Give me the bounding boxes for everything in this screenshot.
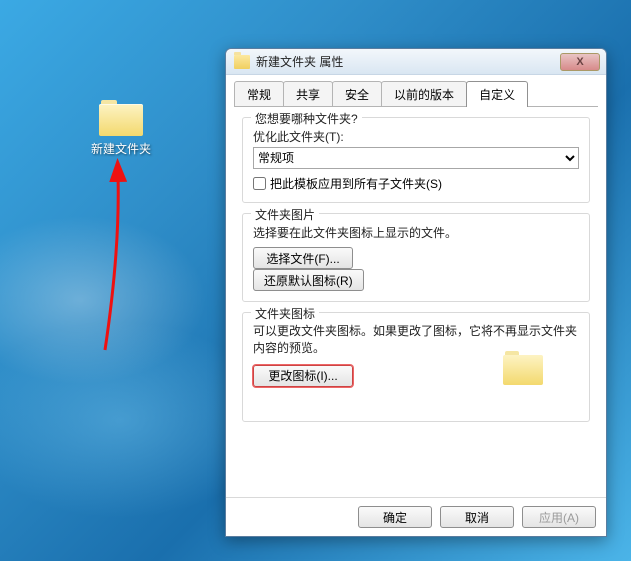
group-folder-type: 您想要哪种文件夹? 优化此文件夹(T): 常规项 把此模板应用到所有子文件夹(S… (242, 117, 590, 203)
close-icon: X (576, 56, 583, 68)
choose-file-button[interactable]: 选择文件(F)... (253, 247, 353, 269)
group-folder-icon: 文件夹图标 可以更改文件夹图标。如果更改了图标，它将不再显示文件夹内容的预览。 … (242, 312, 590, 422)
folder-picture-desc: 选择要在此文件夹图标上显示的文件。 (253, 224, 579, 241)
tab-previous-versions[interactable]: 以前的版本 (381, 81, 467, 106)
desktop-folder-label: 新建文件夹 (86, 140, 156, 157)
group-legend: 文件夹图标 (251, 305, 319, 322)
folder-icon (99, 100, 143, 136)
folder-icon-preview (503, 351, 543, 385)
dialog-footer: 确定 取消 应用(A) (226, 497, 606, 536)
titlebar[interactable]: 新建文件夹 属性 X (226, 49, 606, 75)
close-button[interactable]: X (560, 53, 600, 71)
apply-button[interactable]: 应用(A) (522, 506, 596, 528)
tab-sharing[interactable]: 共享 (283, 81, 333, 106)
restore-default-icon-button[interactable]: 还原默认图标(R) (253, 269, 364, 291)
tab-general[interactable]: 常规 (234, 81, 284, 106)
properties-dialog: 新建文件夹 属性 X 常规 共享 安全 以前的版本 自定义 您想要哪种文件夹? … (225, 48, 607, 537)
change-icon-button[interactable]: 更改图标(I)... (253, 365, 353, 387)
desktop-folder-icon[interactable]: 新建文件夹 (86, 100, 156, 157)
cancel-button[interactable]: 取消 (440, 506, 514, 528)
apply-subfolders-label: 把此模板应用到所有子文件夹(S) (270, 175, 442, 192)
tab-security[interactable]: 安全 (332, 81, 382, 106)
folder-icon (234, 55, 250, 69)
optimize-label: 优化此文件夹(T): (253, 128, 579, 145)
tabbar: 常规 共享 安全 以前的版本 自定义 (226, 75, 606, 106)
apply-subfolders-input[interactable] (253, 177, 266, 190)
optimize-dropdown[interactable]: 常规项 (253, 147, 579, 169)
ok-button[interactable]: 确定 (358, 506, 432, 528)
tab-content-customize: 您想要哪种文件夹? 优化此文件夹(T): 常规项 把此模板应用到所有子文件夹(S… (234, 106, 598, 497)
group-legend: 文件夹图片 (251, 206, 319, 223)
tab-customize[interactable]: 自定义 (466, 81, 528, 107)
group-folder-picture: 文件夹图片 选择要在此文件夹图标上显示的文件。 选择文件(F)... 还原默认图… (242, 213, 590, 302)
window-title: 新建文件夹 属性 (256, 53, 343, 70)
group-legend: 您想要哪种文件夹? (251, 110, 362, 127)
apply-subfolders-checkbox[interactable]: 把此模板应用到所有子文件夹(S) (253, 175, 579, 192)
